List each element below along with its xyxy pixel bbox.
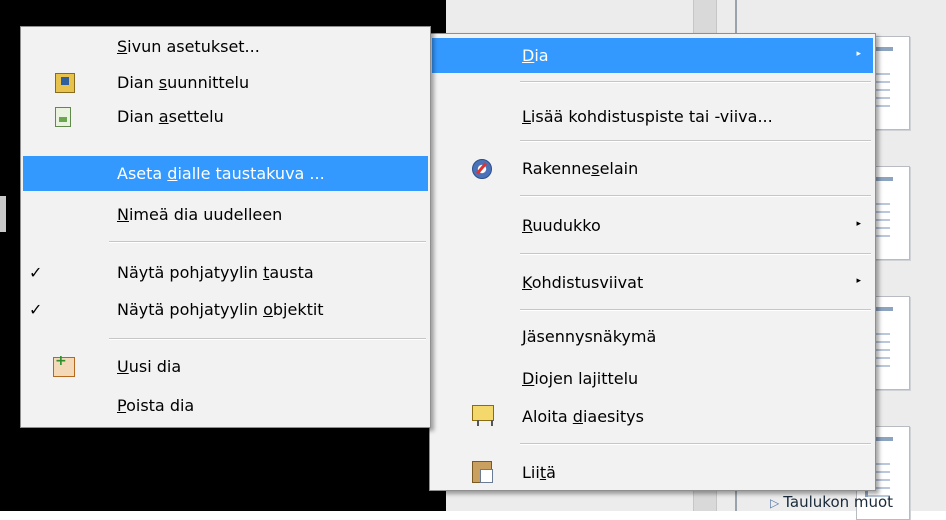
menu-item-grid[interactable]: Ruudukko ▸	[432, 208, 873, 243]
menu-item-insert-snap-point[interactable]: Lisää kohdistuspiste tai -viiva...	[432, 99, 873, 134]
new-slide-icon	[53, 353, 75, 377]
slide-submenu: Sivun asetukset... Dian suunnittelu Dian…	[20, 26, 431, 428]
layouts-panel-label[interactable]: ▷ Taulukon muot	[770, 493, 893, 511]
menu-separator	[520, 309, 871, 311]
slide-text-fragment	[0, 196, 6, 232]
menu-item-outline-view[interactable]: Jäsennysnäkymä	[432, 319, 873, 354]
menu-separator	[520, 81, 871, 83]
menu-item-snap-lines[interactable]: Kohdistusviivat ▸	[432, 265, 873, 300]
menu-separator	[520, 253, 871, 255]
menu-item-show-master-background[interactable]: ✓ Näytä pohjatyylin tausta	[23, 255, 428, 290]
submenu-arrow-icon: ▸	[856, 49, 861, 59]
menu-item-set-background-image[interactable]: Aseta dialle taustakuva ...	[23, 156, 428, 191]
menu-item-page-setup[interactable]: Sivun asetukset...	[23, 29, 428, 64]
menu-separator	[109, 241, 426, 243]
menu-item-slide-design[interactable]: Dian suunnittelu	[23, 65, 428, 100]
menu-separator	[520, 443, 871, 445]
slide-design-icon	[55, 73, 75, 93]
checkmark-icon: ✓	[29, 300, 43, 319]
navigator-icon	[472, 159, 492, 179]
submenu-arrow-icon: ▸	[856, 276, 861, 286]
menu-item-slide-sorter[interactable]: Diojen lajittelu	[432, 361, 873, 396]
menu-item-paste[interactable]: Liitä	[432, 455, 873, 490]
menu-item-rename-slide[interactable]: Nimeä dia uudelleen	[23, 197, 428, 232]
menu-item-delete-slide[interactable]: Poista dia	[23, 388, 428, 423]
menu-separator	[520, 195, 871, 197]
menu-item-dia[interactable]: Dia ▸	[432, 38, 873, 73]
context-menu: Dia ▸ Lisää kohdistuspiste tai -viiva...…	[429, 33, 876, 491]
expand-triangle-icon: ▷	[770, 496, 780, 510]
menu-item-start-presentation[interactable]: Aloita diaesitys	[432, 399, 873, 434]
menu-item-navigator[interactable]: Rakenneselain	[432, 151, 873, 186]
paste-icon	[472, 461, 493, 483]
menu-separator	[520, 140, 871, 142]
checkmark-icon: ✓	[29, 263, 43, 282]
menu-item-new-slide[interactable]: Uusi dia	[23, 349, 428, 384]
presentation-icon	[472, 405, 494, 426]
menu-separator	[109, 338, 426, 340]
menu-item-slide-layout[interactable]: Dian asettelu	[23, 99, 428, 134]
menu-item-show-master-objects[interactable]: ✓ Näytä pohjatyylin objektit	[23, 292, 428, 327]
submenu-arrow-icon: ▸	[856, 219, 861, 229]
slide-layout-icon	[55, 107, 71, 127]
